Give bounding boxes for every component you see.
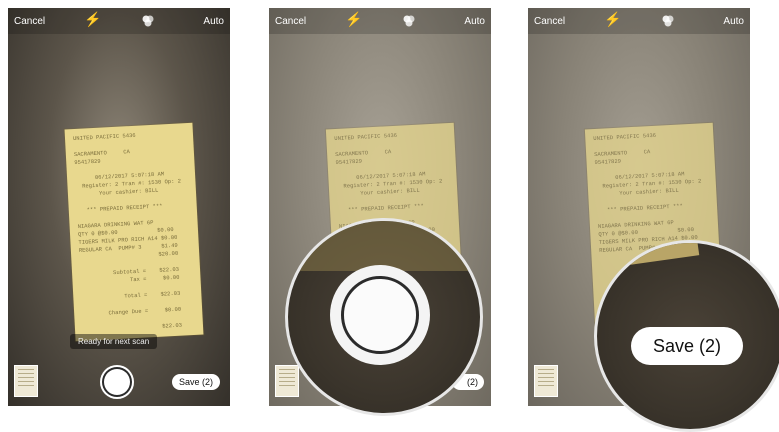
camera-topbar: Cancel ⚡ Auto xyxy=(8,8,230,34)
flash-icon[interactable]: ⚡ xyxy=(345,11,362,28)
filter-icon[interactable] xyxy=(402,15,416,27)
shutter-button-zoomed[interactable] xyxy=(330,265,430,365)
flash-icon[interactable]: ⚡ xyxy=(84,11,101,28)
cancel-button[interactable]: Cancel xyxy=(275,16,306,27)
auto-capture-toggle[interactable]: Auto xyxy=(723,16,744,27)
receipt-edge xyxy=(298,221,480,271)
save-button[interactable]: Save (2) xyxy=(172,374,220,390)
camera-topbar: Cancel ⚡ Auto xyxy=(528,8,750,34)
receipt-document: UNITED PACIFIC 5436 SACRAMENTO CA 9541782… xyxy=(64,122,204,342)
filter-icon[interactable] xyxy=(141,15,155,27)
shutter-button[interactable] xyxy=(100,365,134,399)
flash-icon[interactable]: ⚡ xyxy=(604,11,621,28)
cancel-button[interactable]: Cancel xyxy=(534,16,565,27)
auto-capture-toggle[interactable]: Auto xyxy=(464,16,485,27)
save-button-zoomed[interactable]: Save (2) xyxy=(631,327,743,365)
cancel-button[interactable]: Cancel xyxy=(14,16,45,27)
camera-topbar: Cancel ⚡ Auto xyxy=(269,8,491,34)
scanner-screen-1: Cancel ⚡ Auto UNITED PACIFIC 5436 SACRAM… xyxy=(8,8,230,406)
shutter-ring xyxy=(341,276,419,354)
shutter-magnifier xyxy=(285,218,483,416)
status-message: Ready for next scan xyxy=(70,334,158,349)
auto-capture-toggle[interactable]: Auto xyxy=(203,16,224,27)
save-magnifier: Save (2) xyxy=(594,240,779,432)
receipt-edge xyxy=(597,243,700,271)
scan-thumbnail-icon[interactable] xyxy=(534,365,558,397)
filter-icon[interactable] xyxy=(661,15,675,27)
scan-thumbnail-icon[interactable] xyxy=(275,365,299,397)
scan-thumbnail-icon[interactable] xyxy=(14,365,38,397)
